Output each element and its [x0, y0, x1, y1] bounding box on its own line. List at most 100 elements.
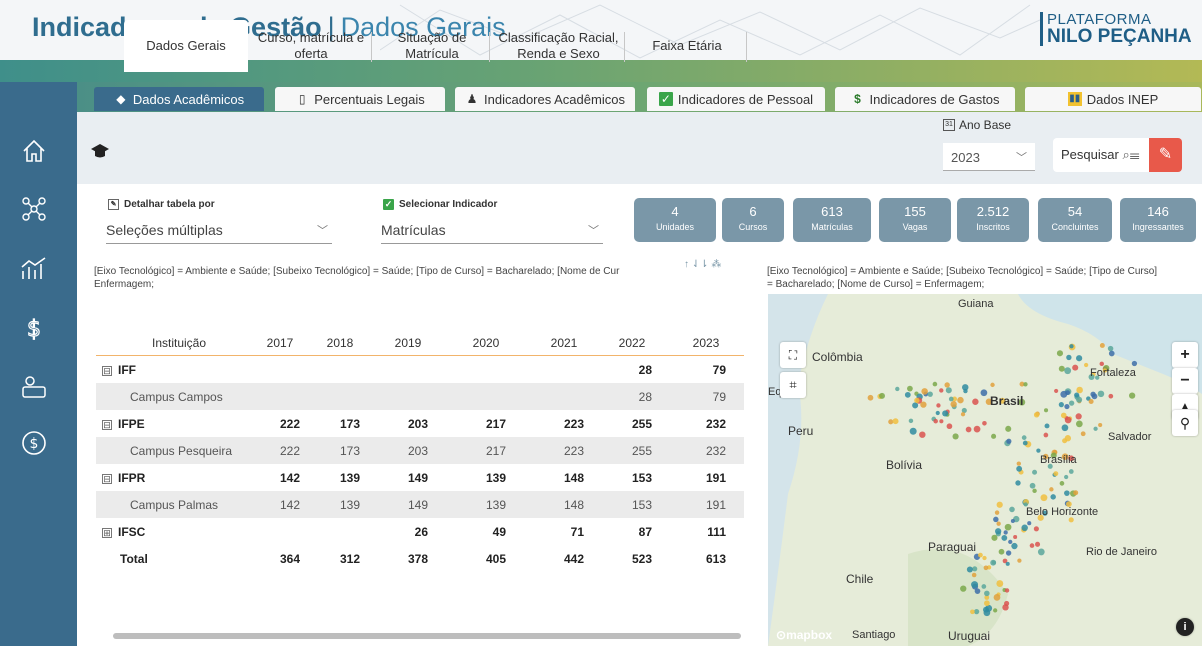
map-point[interactable] [1005, 561, 1010, 566]
money-hand-icon[interactable] [20, 374, 48, 402]
map-point[interactable] [1064, 490, 1070, 496]
map-point[interactable] [1093, 426, 1098, 431]
map-point[interactable] [1076, 396, 1083, 403]
map-point[interactable] [981, 584, 987, 589]
dollar-circle-icon[interactable]: $ [20, 429, 48, 457]
map-point[interactable] [1004, 523, 1012, 531]
map-point[interactable] [914, 397, 920, 404]
map-point[interactable] [1131, 360, 1138, 367]
map-point[interactable] [1066, 354, 1072, 361]
year-select[interactable]: 2023 ﹀ [943, 143, 1035, 171]
map-point[interactable] [973, 425, 981, 433]
map-point[interactable] [972, 398, 979, 405]
map-point[interactable] [932, 381, 938, 387]
map-point[interactable] [1061, 424, 1069, 432]
map-point[interactable] [1023, 382, 1028, 387]
map-point[interactable] [1022, 440, 1028, 446]
map-point[interactable] [1068, 400, 1075, 406]
map-point[interactable] [892, 418, 899, 425]
map-point[interactable] [1054, 388, 1059, 394]
table-total-row[interactable]: Total 364 312 378 405 442 523 613 [96, 545, 744, 572]
map-point[interactable] [942, 410, 949, 417]
collapse-icon[interactable]: ⊟ [102, 419, 112, 430]
map-point[interactable] [1060, 390, 1068, 398]
map-point[interactable] [966, 566, 973, 573]
expand-icon[interactable]: ⊞ [102, 527, 112, 538]
map-point[interactable] [1004, 588, 1010, 593]
map-point[interactable] [1032, 469, 1038, 475]
map-point[interactable] [1009, 506, 1015, 513]
map-point[interactable] [1076, 355, 1083, 362]
map-point[interactable] [927, 391, 933, 397]
map-point[interactable] [990, 382, 995, 388]
map-point[interactable] [1033, 412, 1040, 418]
map-point[interactable] [1053, 471, 1059, 477]
map-point[interactable] [908, 418, 914, 424]
map-point[interactable] [960, 585, 967, 592]
map-point[interactable] [965, 426, 972, 433]
table-sort-icons[interactable]: ↑ ⇃⇂ ⁂ [684, 259, 721, 270]
map-point[interactable] [952, 433, 959, 440]
tab-dados-academicos[interactable]: ◆ Dados Acadêmicos [94, 87, 264, 111]
map-point[interactable] [1001, 535, 1008, 541]
map-point[interactable] [983, 565, 989, 571]
map-point[interactable] [1068, 517, 1074, 523]
map-point[interactable] [1033, 526, 1039, 532]
map-point[interactable] [1075, 413, 1082, 420]
column-header[interactable]: 2019 [388, 336, 428, 350]
subtab-curso-matricula-oferta[interactable]: Curso, matrícula e oferta [250, 20, 372, 72]
column-header[interactable]: 2022 [612, 336, 652, 350]
map-point[interactable] [888, 419, 894, 425]
info-icon[interactable]: i [1176, 618, 1194, 636]
map-point[interactable] [912, 402, 919, 409]
tab-indicadores-academicos[interactable]: ♟ Indicadores Acadêmicos [455, 87, 635, 111]
map-point[interactable] [1058, 365, 1065, 372]
map-point[interactable] [991, 560, 997, 565]
zoom-in-button[interactable]: + [1172, 342, 1198, 368]
map-point[interactable] [991, 534, 998, 541]
column-header[interactable]: 2023 [686, 336, 726, 350]
table-row-group[interactable]: ⊞ IFSC 26 49 71 87 111 [96, 518, 744, 545]
map-point[interactable] [971, 581, 979, 589]
detail-select[interactable]: Seleções múltiplas ﹀ [106, 216, 332, 244]
map-point[interactable] [1036, 448, 1041, 453]
map-point[interactable] [1015, 480, 1021, 486]
map-point[interactable] [948, 396, 954, 402]
map-point[interactable] [921, 388, 928, 395]
indicator-select[interactable]: Matrículas ﹀ [381, 216, 603, 244]
subtab-classificacao-racial[interactable]: Classificação Racial, Renda e Sexo [492, 20, 625, 72]
collapse-icon[interactable]: ⊟ [102, 365, 112, 376]
column-header[interactable]: 2017 [260, 336, 300, 350]
network-icon[interactable] [20, 195, 48, 223]
map-point[interactable] [1016, 461, 1021, 466]
map-point[interactable] [909, 427, 917, 435]
search-button[interactable]: Pesquisar ⌕☰ [1053, 138, 1149, 172]
map-point[interactable] [996, 580, 1004, 587]
column-header[interactable]: Instituição [134, 336, 224, 350]
map-point[interactable] [1011, 542, 1018, 550]
map-point[interactable] [945, 387, 952, 394]
map-point[interactable] [1084, 362, 1089, 368]
horizontal-scrollbar[interactable] [113, 633, 741, 639]
zoom-out-button[interactable]: − [1172, 368, 1198, 394]
map-point[interactable] [998, 548, 1005, 555]
map-point[interactable] [1034, 541, 1041, 547]
map-point[interactable] [1040, 494, 1048, 502]
map-point[interactable] [1043, 408, 1049, 413]
tab-indicadores-gastos[interactable]: $ Indicadores de Gastos [835, 87, 1015, 111]
map-point[interactable] [1059, 481, 1065, 486]
map-point[interactable] [950, 401, 957, 408]
map-point[interactable] [1097, 390, 1105, 398]
map-point[interactable] [1016, 465, 1023, 472]
map-point[interactable] [1049, 487, 1054, 492]
map-point[interactable] [1064, 416, 1072, 424]
locate-icon[interactable]: ⚲ [1172, 410, 1198, 436]
map-point[interactable] [1005, 550, 1012, 556]
collapse-icon[interactable]: ⊟ [102, 473, 112, 484]
map-point[interactable] [991, 433, 997, 439]
map-point[interactable] [978, 552, 983, 558]
map-point[interactable] [1044, 423, 1050, 429]
map-point[interactable] [933, 418, 938, 424]
map-point[interactable] [867, 394, 874, 401]
column-header[interactable]: 2020 [466, 336, 506, 350]
